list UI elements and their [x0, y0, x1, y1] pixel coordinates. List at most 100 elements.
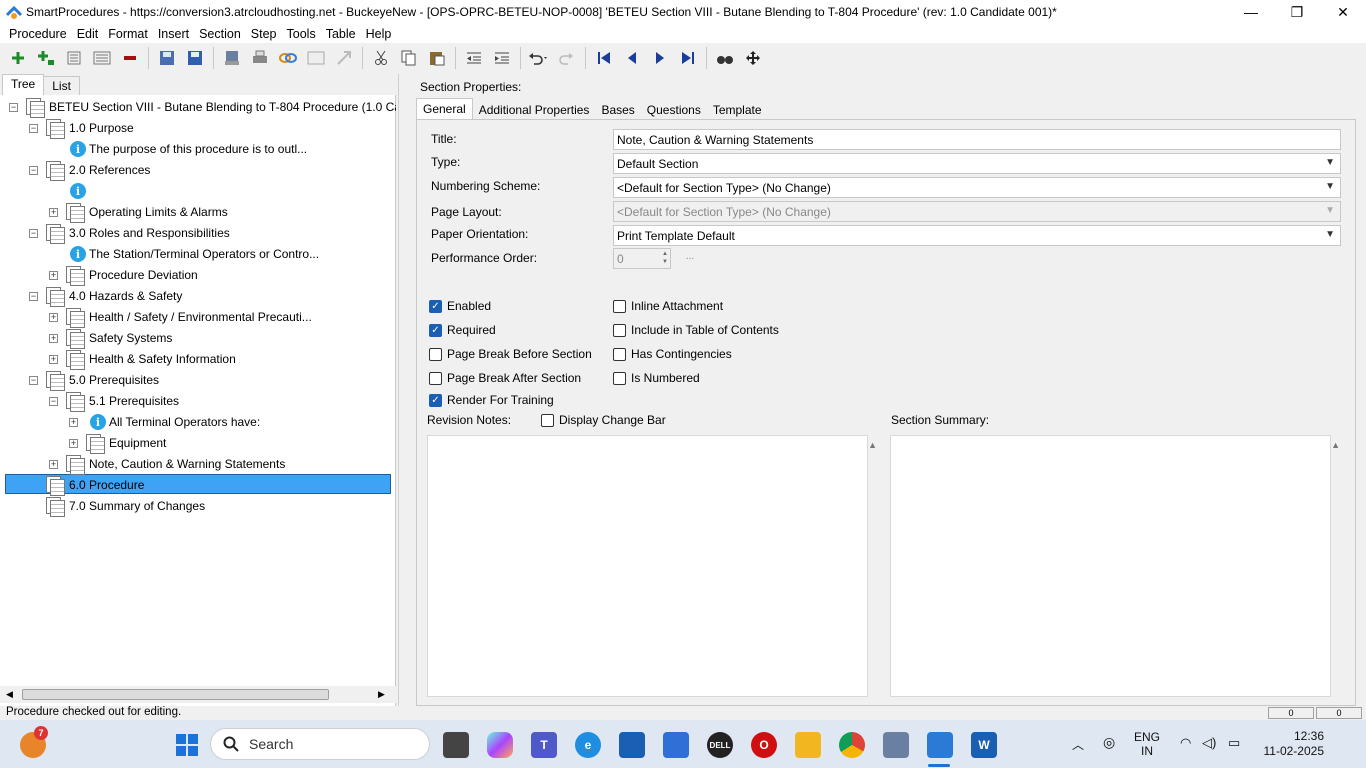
menu-insert[interactable]: Insert [153, 27, 194, 41]
scroll-up-icon[interactable]: ▲ [868, 440, 877, 450]
page-break-after-checkbox[interactable]: Page Break After Section [429, 371, 581, 385]
edge-icon[interactable]: e [575, 732, 601, 758]
tree-node[interactable]: − 4.0 Hazards & Safety [0, 286, 396, 307]
tree-node[interactable]: − 5.1 Prerequisites [0, 391, 396, 412]
expand-icon[interactable]: + [49, 334, 58, 343]
task-view-icon[interactable] [443, 732, 469, 758]
scroll-thumb[interactable] [22, 689, 329, 700]
scroll-left-icon[interactable]: ◀ [6, 689, 13, 700]
tab-bases[interactable]: Bases [595, 100, 640, 119]
inline-attachment-checkbox[interactable]: Inline Attachment [613, 299, 723, 313]
menu-table[interactable]: Table [321, 27, 361, 41]
menu-tools[interactable]: Tools [282, 27, 321, 41]
paste-icon[interactable] [423, 44, 451, 72]
menu-help[interactable]: Help [361, 27, 397, 41]
last-icon[interactable] [674, 44, 702, 72]
cut-icon[interactable] [367, 44, 395, 72]
tree-node[interactable]: − BETEU Section VIII - Butane Blending to… [0, 97, 396, 118]
expand-icon[interactable]: + [69, 418, 78, 427]
scroll-right-icon[interactable]: ▶ [378, 689, 385, 700]
page-break-before-checkbox[interactable]: Page Break Before Section [429, 347, 592, 361]
expand-icon[interactable]: + [49, 313, 58, 322]
tree-node[interactable]: − 1.0 Purpose [0, 118, 396, 139]
expand-icon[interactable]: + [49, 460, 58, 469]
dell-icon[interactable]: DELL [707, 732, 733, 758]
expand-icon[interactable]: + [49, 271, 58, 280]
tab-general[interactable]: General [416, 98, 473, 119]
collapse-icon[interactable]: − [49, 397, 58, 406]
network-icon[interactable]: ◎ [1103, 734, 1115, 751]
expand-icon[interactable]: + [69, 439, 78, 448]
file-explorer-icon[interactable] [795, 732, 821, 758]
clock[interactable]: 12:36 11-02-2025 [1258, 729, 1325, 759]
link-icon[interactable] [274, 44, 302, 72]
tree-node[interactable]: i The Station/Terminal Operators or Contr… [0, 244, 396, 265]
opera-icon[interactable]: O [751, 732, 777, 758]
has-contingencies-checkbox[interactable]: Has Contingencies [613, 347, 732, 361]
collapse-icon[interactable]: − [29, 166, 38, 175]
save-all-icon[interactable] [153, 44, 181, 72]
list-multi-icon[interactable] [88, 44, 116, 72]
section-summary-textarea[interactable]: ▲ [890, 435, 1340, 697]
collapse-icon[interactable]: − [29, 124, 38, 133]
copilot-icon[interactable] [487, 732, 513, 758]
move-icon[interactable] [739, 44, 767, 72]
tab-list[interactable]: List [43, 76, 80, 95]
tree-node[interactable]: i The purpose of this procedure is to out… [0, 139, 396, 160]
list-icon[interactable] [60, 44, 88, 72]
expand-icon[interactable]: + [49, 208, 58, 217]
add-child-icon[interactable] [32, 44, 60, 72]
wifi-icon[interactable]: ◠ [1180, 735, 1191, 751]
orientation-select[interactable]: Print Template Default ▼ [613, 225, 1341, 246]
tree-node[interactable]: + i All Terminal Operators have: [0, 412, 396, 433]
binoculars-icon[interactable] [711, 44, 739, 72]
tree-node-selected[interactable]: + Note, Caution & Warning Statements [0, 454, 396, 475]
maximize-button[interactable]: ❐ [1274, 0, 1320, 24]
required-checkbox[interactable]: ✓ Required [429, 323, 496, 337]
tree-node[interactable]: 7.0 Summary of Changes [0, 496, 396, 517]
collapse-icon[interactable]: − [29, 376, 38, 385]
enabled-checkbox[interactable]: ✓ Enabled [429, 299, 491, 313]
arrow-app-icon[interactable] [663, 732, 689, 758]
expand-icon[interactable]: + [49, 355, 58, 364]
type-select[interactable]: Default Section ▼ [613, 153, 1341, 174]
taskbar-search[interactable]: Search [210, 728, 430, 760]
indent-icon[interactable] [488, 44, 516, 72]
previous-icon[interactable] [618, 44, 646, 72]
pane-splitter[interactable] [398, 74, 408, 706]
image-icon[interactable] [302, 44, 330, 72]
tree-node[interactable]: − 5.0 Prerequisites [0, 370, 396, 391]
tab-template[interactable]: Template [707, 100, 768, 119]
render-training-checkbox[interactable]: ✓ Render For Training [429, 393, 554, 407]
language-indicator[interactable]: ENG IN [1134, 730, 1160, 758]
tree-node[interactable]: + Safety Systems [0, 328, 396, 349]
collapse-icon[interactable]: − [9, 103, 18, 112]
numbering-select[interactable]: <Default for Section Type> (No Change) ▼ [613, 177, 1341, 198]
copy-icon[interactable] [395, 44, 423, 72]
undo-icon[interactable] [525, 44, 553, 72]
next-icon[interactable] [646, 44, 674, 72]
tab-tree[interactable]: Tree [2, 74, 45, 95]
word-icon[interactable]: W [971, 732, 997, 758]
weather-icon[interactable]: 7 [20, 726, 48, 758]
tree-node[interactable]: + Health & Safety Information [0, 349, 396, 370]
is-numbered-checkbox[interactable]: Is Numbered [613, 371, 700, 385]
check-in-icon[interactable] [218, 44, 246, 72]
tree-node[interactable]: i [0, 181, 396, 202]
chrome-icon[interactable] [839, 732, 865, 758]
scroll-up-icon[interactable]: ▲ [1331, 440, 1340, 450]
tab-questions[interactable]: Questions [641, 100, 707, 119]
horizontal-scrollbar[interactable]: ◀ ▶ [0, 686, 396, 703]
tab-additional-properties[interactable]: Additional Properties [473, 100, 596, 119]
save-icon[interactable] [181, 44, 209, 72]
menu-step[interactable]: Step [246, 27, 282, 41]
volume-icon[interactable]: ◁) [1202, 735, 1216, 751]
add-icon[interactable] [4, 44, 32, 72]
menu-format[interactable]: Format [103, 27, 153, 41]
app-icon[interactable] [883, 732, 909, 758]
display-change-bar-checkbox[interactable]: Display Change Bar [541, 413, 666, 427]
tree-node[interactable]: − 3.0 Roles and Responsibilities [0, 223, 396, 244]
tree-node[interactable]: + Procedure Deviation [0, 265, 396, 286]
outdent-icon[interactable] [460, 44, 488, 72]
menu-edit[interactable]: Edit [72, 27, 104, 41]
